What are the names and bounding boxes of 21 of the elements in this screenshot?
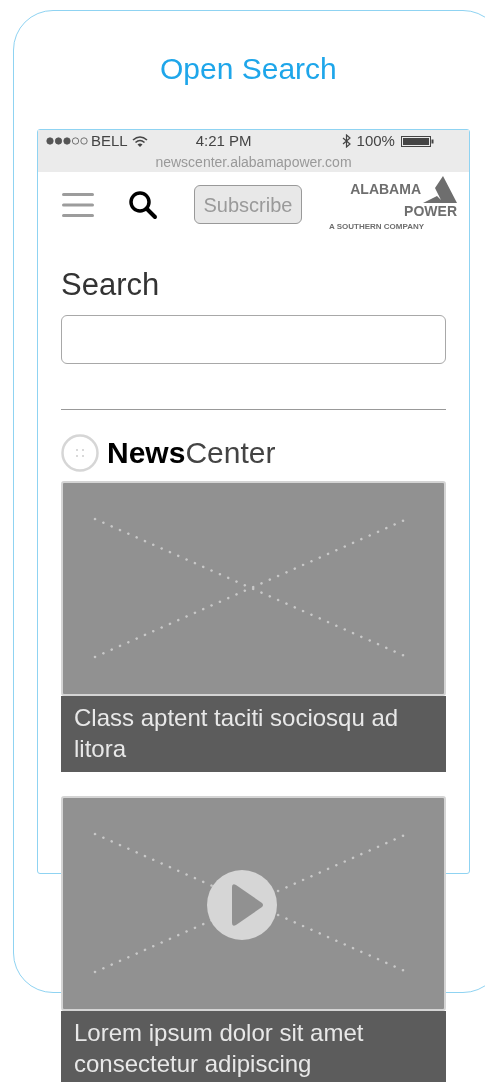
play-icon[interactable] [207, 869, 277, 941]
search-label: Search [61, 267, 161, 303]
wifi-icon [131, 134, 148, 148]
menu-icon[interactable] [62, 191, 94, 218]
article-caption: Lorem ipsum dolor sit amet consectetur adipiscing [61, 1011, 446, 1082]
search-field[interactable] [61, 315, 446, 364]
step-title: Open Search [160, 51, 338, 87]
time-text: 4:21 PM [195, 130, 252, 151]
article-card[interactable]: Lorem ipsum dolor sit amet consectetur adipiscing [61, 796, 446, 1082]
article-card[interactable]: Class aptent taciti sociosqu ad litora [61, 481, 446, 772]
address-text: newscenter.alabamapower.com [154, 153, 353, 172]
battery-text: 100% [356, 130, 395, 151]
newscenter-title: NewsCenter [107, 435, 276, 471]
battery-icon [400, 135, 434, 147]
newscenter-logo-icon [61, 434, 99, 472]
bluetooth-icon [341, 134, 351, 148]
carrier-text: BELL [91, 130, 128, 151]
company-logo: ALABAMA POWER A SOUTHERN COMPANY [329, 176, 457, 233]
search-icon[interactable] [128, 189, 158, 220]
article-caption: Class aptent taciti sociosqu ad litora [61, 696, 446, 772]
signal-icon [46, 137, 88, 145]
